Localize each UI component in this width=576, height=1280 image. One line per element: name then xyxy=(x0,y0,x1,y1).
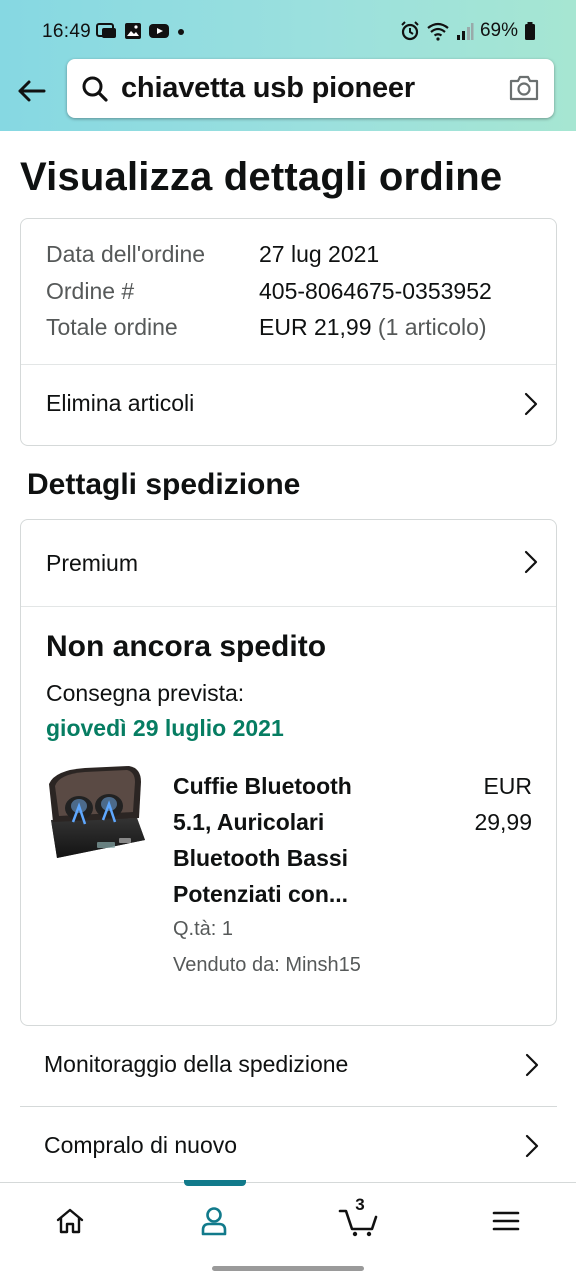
gesture-bar[interactable] xyxy=(212,1266,364,1271)
back-arrow-icon xyxy=(18,80,46,102)
home-icon xyxy=(56,1208,84,1234)
search-bar[interactable]: chiavetta usb pioneer xyxy=(67,59,554,118)
page-title: Visualizza dettagli ordine xyxy=(20,155,503,199)
bottom-navigation: 3 xyxy=(0,1180,576,1260)
order-item-count: (1 articolo) xyxy=(377,314,487,340)
nav-home-tab[interactable] xyxy=(40,1201,100,1241)
nav-menu-tab[interactable] xyxy=(476,1201,536,1241)
nav-cart-tab[interactable]: 3 xyxy=(328,1195,388,1241)
status-bar: 16:49 69% xyxy=(0,0,576,62)
track-shipment-row[interactable]: Monitoraggio della spedizione xyxy=(20,1025,557,1105)
alarm-icon xyxy=(401,21,419,41)
chevron-right-icon xyxy=(524,392,538,416)
buy-again-label: Compralo di nuovo xyxy=(44,1132,238,1158)
battery-percentage: 69% xyxy=(479,20,518,41)
search-icon xyxy=(82,76,108,102)
track-shipment-label: Monitoraggio della spedizione xyxy=(44,1051,349,1077)
product-image[interactable] xyxy=(45,762,149,870)
order-date-value: 27 lug 2021 xyxy=(259,241,380,267)
order-total-value: EUR 21,99 (1 articolo) xyxy=(259,314,487,341)
premium-label: Premium xyxy=(46,550,139,576)
product-title-link[interactable]: Cuffie Bluetooth 5.1, Auricolari Bluetoo… xyxy=(173,768,393,912)
more-notifications-dot-icon xyxy=(178,29,184,35)
chevron-right-icon xyxy=(525,1134,539,1158)
order-summary-card: Data dell'ordine 27 lug 2021 Ordine # 40… xyxy=(20,218,557,446)
premium-row[interactable]: Premium xyxy=(21,520,556,606)
active-tab-indicator xyxy=(184,1180,246,1186)
order-number-label: Ordine # xyxy=(46,278,135,304)
shipment-status-title: Non ancora spedito xyxy=(46,630,327,663)
delete-items-row[interactable]: Elimina articoli xyxy=(21,365,556,445)
status-time: 16:49 xyxy=(42,21,92,42)
order-total-amount: EUR 21,99 xyxy=(259,314,372,340)
gallery-notification-icon xyxy=(125,23,141,39)
search-input[interactable]: chiavetta usb pioneer xyxy=(121,72,415,105)
app-header: 16:49 69% chiavetta usb pioneer xyxy=(0,0,576,131)
chevron-right-icon xyxy=(525,1053,539,1077)
divider xyxy=(21,606,556,607)
shipping-section-title: Dettagli spedizione xyxy=(27,468,301,501)
delete-items-label: Elimina articoli xyxy=(46,390,195,416)
order-total-label: Totale ordine xyxy=(46,314,178,340)
system-icons: 69% xyxy=(400,20,536,42)
notification-icons xyxy=(96,22,186,40)
shipment-card: Premium Non ancora spedito Consegna prev… xyxy=(20,519,557,1026)
product-price-value: 29,99 xyxy=(474,809,532,835)
menu-icon xyxy=(492,1211,520,1231)
message-notification-icon xyxy=(96,23,116,38)
signal-icon xyxy=(456,23,474,40)
product-seller: Venduto da: Minsh15 xyxy=(173,954,361,976)
cart-count-badge: 3 xyxy=(355,1195,365,1214)
delivery-estimate-date: giovedì 29 luglio 2021 xyxy=(46,715,284,741)
camera-search-icon[interactable] xyxy=(508,74,540,102)
youtube-notification-icon xyxy=(149,24,169,38)
buy-again-row[interactable]: Compralo di nuovo xyxy=(20,1106,557,1186)
product-quantity: Q.tà: 1 xyxy=(173,918,234,940)
account-icon xyxy=(201,1207,227,1236)
back-button[interactable] xyxy=(14,74,48,108)
wifi-icon xyxy=(427,22,449,41)
nav-account-tab[interactable] xyxy=(184,1201,244,1241)
product-price: EUR 29,99 xyxy=(442,768,532,840)
order-date-label: Data dell'ordine xyxy=(46,241,206,267)
order-number-value: 405-8064675-0353952 xyxy=(259,278,492,304)
battery-icon xyxy=(525,22,535,40)
earbuds-product-image xyxy=(49,766,145,858)
delivery-estimate-label: Consegna prevista: xyxy=(46,680,245,706)
chevron-right-icon xyxy=(524,550,538,574)
product-price-currency: EUR xyxy=(483,773,532,799)
